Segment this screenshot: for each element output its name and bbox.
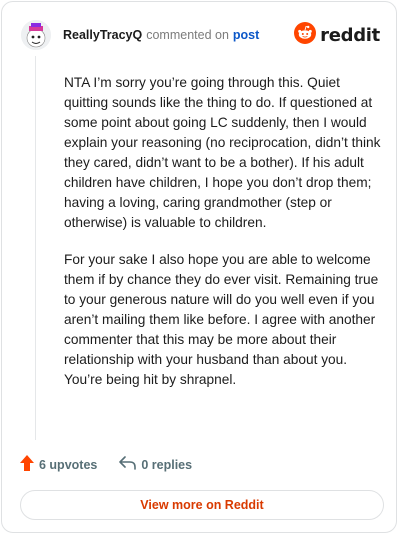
view-more-button[interactable]: View more on Reddit (20, 490, 384, 520)
comment-body: NTA I’m sorry you’re going through this.… (64, 73, 382, 407)
comment-header: ReallyTracyQ commented on post reddit (21, 18, 380, 52)
reddit-logo[interactable]: reddit (294, 21, 380, 49)
user-avatar[interactable] (21, 20, 51, 50)
comment-footer: 6 upvotes 0 replies (20, 455, 192, 474)
post-link[interactable]: post (233, 28, 259, 42)
upvotes-count: 6 upvotes (39, 457, 98, 472)
username-link[interactable]: ReallyTracyQ (63, 28, 142, 42)
action-text: commented on (146, 28, 229, 42)
reply-arrow-icon (119, 456, 137, 473)
upvote-arrow-icon (20, 455, 34, 474)
comment-meta: ReallyTracyQ commented on post (63, 28, 259, 42)
replies-count: 0 replies (141, 457, 193, 472)
comment-embed-card: ReallyTracyQ commented on post reddit NT… (1, 1, 397, 533)
replies-stat[interactable]: 0 replies (119, 456, 192, 473)
comment-paragraph: NTA I’m sorry you’re going through this.… (64, 75, 381, 230)
thread-line (35, 56, 36, 440)
upvotes-stat[interactable]: 6 upvotes (20, 455, 97, 474)
comment-paragraph: For your sake I also hope you are able t… (64, 252, 379, 387)
reddit-alien-icon (294, 21, 317, 49)
reddit-wordmark: reddit (320, 24, 380, 46)
